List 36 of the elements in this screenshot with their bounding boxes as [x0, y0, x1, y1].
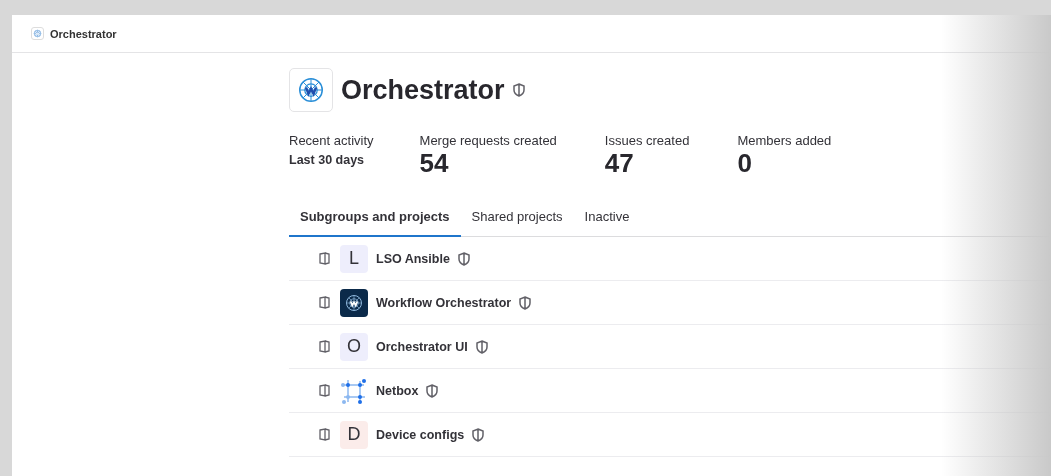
project-icon [319, 296, 330, 309]
stat-value: 0 [737, 148, 753, 179]
project-logo-icon [340, 288, 368, 317]
shield-icon [512, 83, 525, 97]
group-logo-icon [289, 68, 333, 112]
group-logo-icon [31, 27, 44, 40]
shield-icon [519, 295, 532, 310]
stat-label: Issues created [604, 133, 690, 148]
project-link[interactable]: LSO Ansible [376, 251, 450, 266]
project-link[interactable]: Netbox [376, 383, 419, 398]
stat-value: 54 [419, 148, 450, 179]
breadcrumb-link[interactable]: Orchestrator [50, 27, 117, 40]
project-icon [319, 252, 330, 265]
project-avatar: L [340, 244, 368, 273]
project-icon [319, 428, 330, 441]
stat-label: Members added [737, 133, 832, 148]
project-avatar: D [340, 420, 368, 449]
stat-label: Merge requests created [419, 133, 557, 148]
stat-value: 47 [604, 148, 635, 179]
tab[interactable]: Inactive [573, 201, 641, 237]
shield-icon [457, 251, 470, 266]
tab[interactable]: Subgroups and projects [289, 201, 461, 237]
tab[interactable]: Shared projects [460, 201, 574, 237]
activity-label: Recent activity [289, 133, 374, 148]
shield-icon [472, 427, 485, 442]
project-icon [319, 340, 330, 353]
network-graph-icon [340, 376, 368, 405]
shield-icon [426, 383, 439, 398]
project-link[interactable]: Workflow Orchestrator [376, 295, 512, 310]
project-icon [319, 384, 330, 397]
group-title: Orchestrator [341, 74, 505, 106]
shield-icon [475, 339, 488, 354]
project-link[interactable]: Device configs [376, 427, 465, 442]
project-avatar: O [340, 332, 368, 361]
activity-period: Last 30 days [289, 153, 366, 167]
project-link[interactable]: Orchestrator UI [376, 339, 468, 354]
